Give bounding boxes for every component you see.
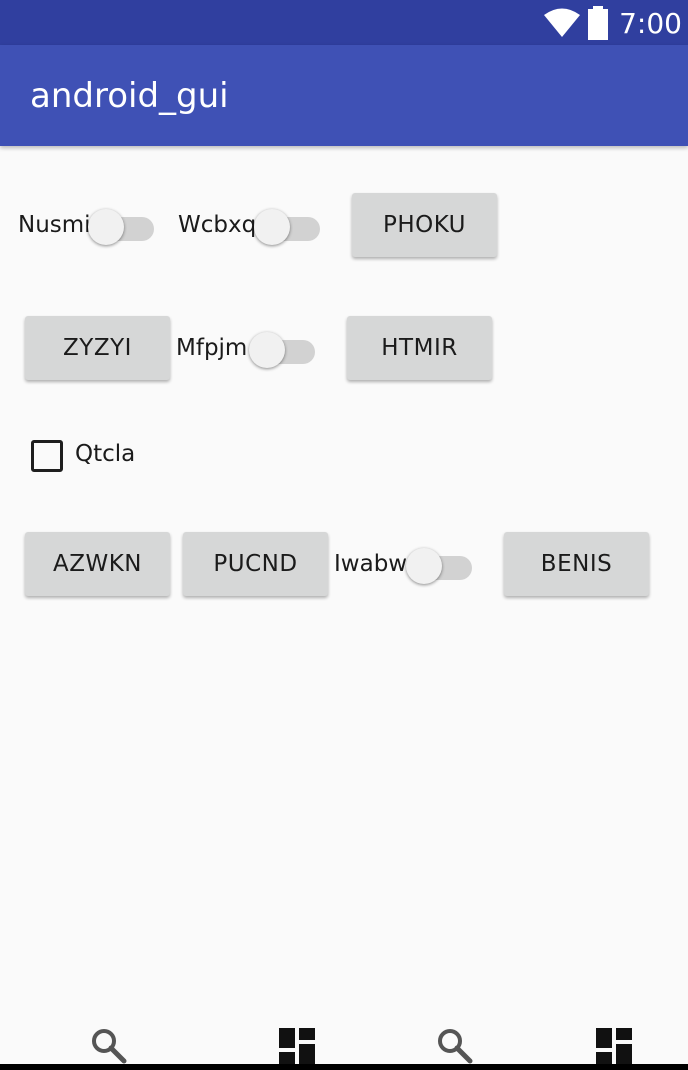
switch-label-nusmi: Nusmi <box>18 212 91 238</box>
zyzyi-button[interactable]: ZYZYI <box>25 316 170 380</box>
status-time: 7:00 <box>619 6 682 40</box>
switch-iwabw[interactable] <box>406 544 472 584</box>
benis-button[interactable]: BENIS <box>504 532 649 596</box>
nav-bottom-line <box>0 1064 688 1070</box>
dashboard-icon[interactable] <box>277 1026 317 1066</box>
switch-thumb <box>406 548 442 584</box>
app-title: android_gui <box>30 76 229 116</box>
app-bar: android_gui <box>0 45 688 146</box>
htmir-button[interactable]: HTMIR <box>347 316 492 380</box>
dashboard-icon[interactable] <box>594 1026 634 1066</box>
qtcla-checkbox[interactable] <box>31 440 63 472</box>
switch-label-mfpjm: Mfpjm <box>176 335 248 361</box>
switch-wcbxq[interactable] <box>254 205 320 245</box>
bottom-nav <box>0 1000 688 1070</box>
checkbox-label-qtcla[interactable]: Qtcla <box>75 441 135 467</box>
search-icon[interactable] <box>435 1026 475 1066</box>
phoku-button[interactable]: PHOKU <box>352 193 497 257</box>
switch-mfpjm[interactable] <box>249 328 315 368</box>
wifi-icon <box>544 8 581 37</box>
switch-thumb <box>249 332 285 368</box>
switch-thumb <box>88 209 124 245</box>
pucnd-button[interactable]: PUCND <box>183 532 328 596</box>
battery-icon <box>588 6 609 40</box>
search-icon[interactable] <box>89 1026 129 1066</box>
switch-nusmi[interactable] <box>88 205 154 245</box>
switch-label-iwabw: Iwabw <box>334 551 408 577</box>
azwkn-button[interactable]: AZWKN <box>25 532 170 596</box>
switch-thumb <box>254 209 290 245</box>
switch-label-wcbxq: Wcbxq <box>178 212 257 238</box>
status-bar: 7:00 <box>0 0 688 45</box>
status-icons: 7:00 <box>543 6 682 40</box>
